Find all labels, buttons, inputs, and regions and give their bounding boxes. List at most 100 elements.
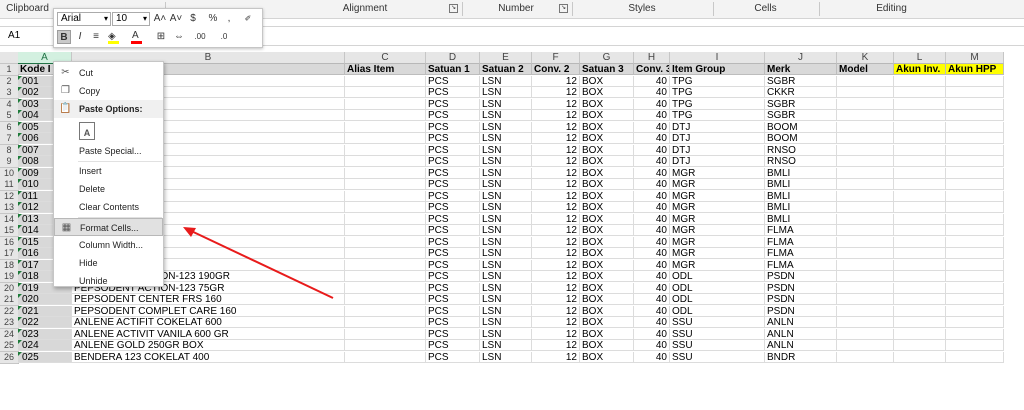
- menu-item-hide[interactable]: Hide: [54, 254, 163, 272]
- empty-cell[interactable]: [837, 144, 894, 156]
- data-cell[interactable]: PCS: [426, 167, 480, 179]
- data-cell[interactable]: BOX: [580, 340, 634, 351]
- row-header[interactable]: 18: [0, 259, 19, 272]
- data-cell[interactable]: ANLENE ACTIFIT COKELAT 600: [72, 317, 345, 328]
- data-cell[interactable]: CKKR: [765, 87, 837, 98]
- data-cell[interactable]: ODL: [670, 294, 765, 305]
- empty-cell[interactable]: [946, 133, 1004, 144]
- data-cell[interactable]: LSN: [480, 167, 532, 179]
- data-cell[interactable]: LSN: [480, 202, 532, 213]
- data-cell[interactable]: PCS: [426, 340, 480, 351]
- data-cell[interactable]: 40: [634, 179, 670, 190]
- row-header[interactable]: 24: [0, 328, 19, 341]
- empty-cell[interactable]: [837, 340, 894, 351]
- data-cell[interactable]: PCS: [426, 202, 480, 213]
- data-cell[interactable]: 40: [634, 294, 670, 305]
- italic-button[interactable]: I: [73, 30, 87, 44]
- data-cell[interactable]: SSU: [670, 317, 765, 328]
- data-cell[interactable]: 40: [634, 305, 670, 317]
- data-cell[interactable]: LSN: [480, 305, 532, 317]
- data-cell[interactable]: BOX: [580, 75, 634, 87]
- data-cell[interactable]: BNDR: [765, 351, 837, 363]
- format-painter-icon[interactable]: ✐: [240, 12, 256, 26]
- menu-item-column-width[interactable]: Column Width...: [54, 236, 163, 254]
- menu-item-paste-special[interactable]: Paste Special...: [54, 142, 163, 160]
- empty-cell[interactable]: [894, 213, 946, 225]
- data-cell[interactable]: MGR: [670, 225, 765, 236]
- data-cell[interactable]: LSN: [480, 110, 532, 121]
- data-cell[interactable]: LSN: [480, 87, 532, 98]
- data-cell[interactable]: MGR: [670, 248, 765, 259]
- data-cell[interactable]: FLMA: [765, 225, 837, 236]
- data-cell[interactable]: DTJ: [670, 156, 765, 167]
- name-box[interactable]: A1: [2, 27, 58, 45]
- data-cell[interactable]: 40: [634, 156, 670, 167]
- menu-item-unhide[interactable]: Unhide: [54, 272, 163, 290]
- data-cell[interactable]: BMLI: [765, 213, 837, 225]
- empty-cell[interactable]: [946, 317, 1004, 328]
- data-cell[interactable]: BOX: [580, 179, 634, 190]
- empty-cell[interactable]: [946, 328, 1004, 340]
- empty-cell[interactable]: [946, 202, 1004, 213]
- column-header-i[interactable]: I: [670, 52, 765, 64]
- header-cell[interactable]: Merk: [765, 64, 837, 75]
- data-cell[interactable]: 40: [634, 98, 670, 110]
- data-cell[interactable]: 12: [532, 133, 580, 144]
- data-cell[interactable]: BMLI: [765, 202, 837, 213]
- data-cell[interactable]: FLMA: [765, 248, 837, 259]
- data-cell[interactable]: LSN: [480, 248, 532, 259]
- empty-cell[interactable]: [894, 351, 946, 363]
- empty-cell[interactable]: [837, 259, 894, 271]
- empty-cell[interactable]: [946, 87, 1004, 98]
- empty-cell[interactable]: [345, 133, 426, 144]
- data-cell[interactable]: TPG: [670, 87, 765, 98]
- data-cell[interactable]: 40: [634, 110, 670, 121]
- data-cell[interactable]: 40: [634, 340, 670, 351]
- empty-cell[interactable]: [345, 259, 426, 271]
- data-cell[interactable]: FLMA: [765, 259, 837, 271]
- data-cell[interactable]: PCS: [426, 133, 480, 144]
- row-header[interactable]: 15: [0, 225, 19, 237]
- data-cell[interactable]: BOX: [580, 87, 634, 98]
- data-cell[interactable]: BOX: [580, 294, 634, 305]
- data-cell[interactable]: BMLI: [765, 179, 837, 190]
- empty-cell[interactable]: [837, 75, 894, 87]
- data-cell[interactable]: SSU: [670, 340, 765, 351]
- data-cell[interactable]: 024: [18, 340, 72, 351]
- data-cell[interactable]: LSN: [480, 225, 532, 236]
- header-cell[interactable]: Akun HPP: [946, 64, 1004, 75]
- row-header[interactable]: 25: [0, 340, 19, 352]
- empty-cell[interactable]: [837, 328, 894, 340]
- empty-cell[interactable]: [946, 351, 1004, 363]
- data-cell[interactable]: LSN: [480, 213, 532, 225]
- empty-cell[interactable]: [894, 271, 946, 282]
- empty-cell[interactable]: [946, 98, 1004, 110]
- merge-center-icon[interactable]: ⇔: [172, 30, 186, 44]
- column-header-h[interactable]: H: [634, 52, 670, 64]
- menu-item-clear-contents[interactable]: Clear Contents: [54, 198, 163, 216]
- empty-cell[interactable]: [894, 110, 946, 121]
- data-cell[interactable]: BOX: [580, 202, 634, 213]
- data-cell[interactable]: 021: [18, 305, 72, 317]
- data-cell[interactable]: MGR: [670, 236, 765, 248]
- empty-cell[interactable]: [946, 225, 1004, 236]
- data-cell[interactable]: 023: [18, 328, 72, 340]
- empty-cell[interactable]: [345, 317, 426, 328]
- data-cell[interactable]: 40: [634, 133, 670, 144]
- data-cell[interactable]: BOX: [580, 121, 634, 133]
- row-header[interactable]: 12: [0, 190, 19, 203]
- empty-cell[interactable]: [345, 75, 426, 87]
- font-size-box[interactable]: 10 ▾: [112, 12, 150, 26]
- paste-option-keep-format[interactable]: A: [54, 118, 163, 142]
- data-cell[interactable]: PCS: [426, 294, 480, 305]
- header-cell[interactable]: Conv. 3: [634, 64, 670, 75]
- data-cell[interactable]: RNSO: [765, 144, 837, 156]
- empty-cell[interactable]: [894, 282, 946, 294]
- data-cell[interactable]: BOX: [580, 144, 634, 156]
- menu-item-delete[interactable]: Delete: [54, 180, 163, 198]
- percent-button[interactable]: %: [206, 12, 220, 26]
- data-cell[interactable]: MGR: [670, 167, 765, 179]
- data-cell[interactable]: PEPSODENT CENTER FRS 160: [72, 294, 345, 305]
- data-cell[interactable]: PCS: [426, 271, 480, 282]
- data-cell[interactable]: PCS: [426, 317, 480, 328]
